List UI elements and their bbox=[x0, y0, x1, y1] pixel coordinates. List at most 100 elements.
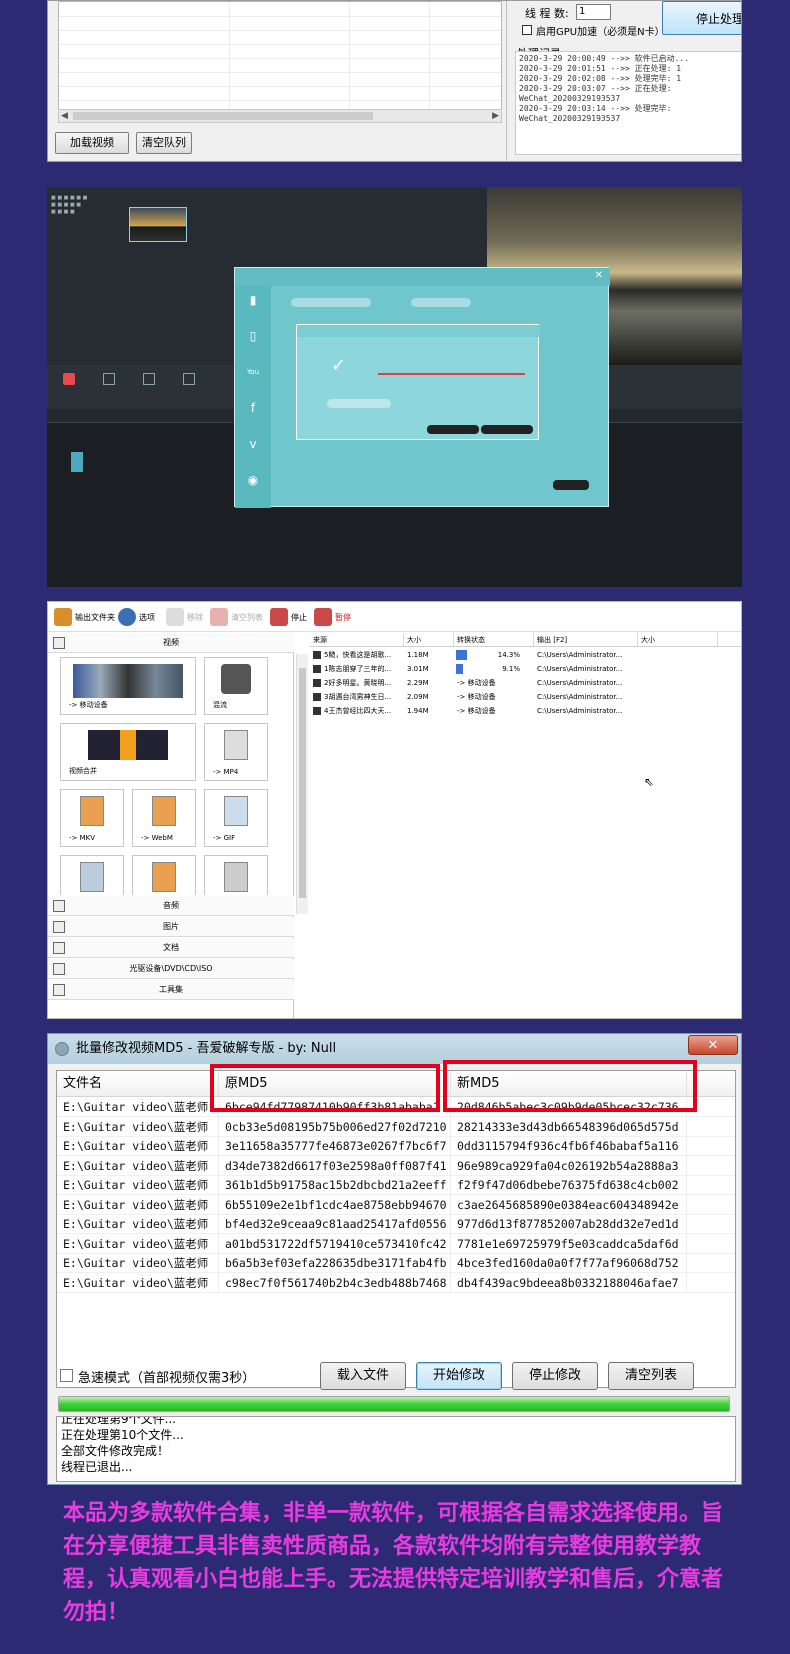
original-md5-highlight bbox=[210, 1064, 440, 1112]
stop-modify-button[interactable]: 停止修改 bbox=[512, 1362, 598, 1390]
transition-tab-icon[interactable] bbox=[183, 373, 195, 385]
md5-row[interactable]: E:\Guitar video\蓝老师 a01bd531722df5719410c… bbox=[57, 1233, 735, 1254]
close-progress-button[interactable] bbox=[481, 425, 533, 434]
tile-mkv[interactable]: -> MKV bbox=[60, 789, 124, 847]
tile-mux[interactable]: 混流 bbox=[204, 657, 268, 715]
tile-mp4[interactable]: -> MP4 bbox=[204, 723, 268, 781]
clear-list-button[interactable]: 清空列表 bbox=[210, 607, 263, 627]
tile-format-b[interactable] bbox=[132, 855, 196, 895]
load-files-button[interactable]: 载入文件 bbox=[320, 1362, 406, 1390]
folder-icon bbox=[54, 608, 72, 626]
stop-button[interactable]: 停止 bbox=[270, 607, 307, 627]
export-button[interactable] bbox=[553, 480, 589, 490]
youtube-icon[interactable]: You bbox=[245, 364, 261, 380]
column-source[interactable]: 来源 bbox=[310, 633, 404, 647]
column-filename[interactable]: 文件名 bbox=[57, 1071, 219, 1097]
md5-filename: E:\Guitar video\蓝老师 bbox=[57, 1214, 219, 1234]
category-scrollbar[interactable] bbox=[296, 654, 308, 914]
task-row[interactable]: 3胡遇台湾男神生日... 2.09M -> 移动设备 C:\Users\Adminis… bbox=[310, 690, 741, 704]
category-disc[interactable]: 光驱设备\DVD\CD\ISO bbox=[48, 959, 294, 979]
log-line: 2020-3-29 20:00:49 -->> 软件已启动... bbox=[519, 54, 690, 63]
category-video-label: 视频 bbox=[163, 638, 179, 647]
scroll-right-icon[interactable]: ▶ bbox=[492, 110, 499, 122]
column-output[interactable]: 输出 [F2] bbox=[534, 633, 638, 647]
format-selected[interactable] bbox=[291, 298, 371, 307]
md5-row[interactable]: E:\Guitar video\蓝老师 c98ec7f0f561740b2b4c3… bbox=[57, 1272, 735, 1293]
queue-horizontal-scrollbar[interactable]: ◀ ▶ bbox=[58, 109, 502, 123]
converter-toolbar: 输出文件夹 选项 移除 清空列表 停止 暂停 bbox=[48, 602, 741, 632]
column-output-size[interactable]: 大小 bbox=[638, 633, 718, 647]
media-tab-icon[interactable] bbox=[63, 373, 75, 385]
output-folder-button[interactable]: 输出文件夹 bbox=[54, 607, 115, 627]
scroll-left-icon[interactable]: ◀ bbox=[61, 110, 68, 122]
md5-log: 正在处理第9个文件... 正在处理第10个文件... 全部文件修改完成！ 线程已退出.… bbox=[56, 1416, 736, 1482]
md5-progress-bar bbox=[58, 1396, 730, 1412]
document-icon bbox=[53, 942, 65, 954]
close-window-button[interactable]: ✕ bbox=[688, 1035, 738, 1055]
task-row[interactable]: 2好多明星。黄晓明... 2.29M -> 移动设备 C:\Users\Adminis… bbox=[310, 676, 741, 690]
fast-mode-checkbox[interactable] bbox=[60, 1369, 73, 1382]
md5-row[interactable]: E:\Guitar video\蓝老师 361b1d5b91758ac15b2db… bbox=[57, 1175, 735, 1195]
md5-row[interactable]: E:\Guitar video\蓝老师 b6a5b3ef03efa228635db… bbox=[57, 1253, 735, 1273]
tile-mp4-label: -> MP4 bbox=[213, 768, 239, 776]
remove-button[interactable]: 移除 bbox=[166, 607, 203, 627]
clear-queue-button[interactable]: 清空队列 bbox=[136, 132, 192, 154]
task-row[interactable]: 5糙，快看这是胡歌... 1.18M 14.3% C:\Users\Administr… bbox=[310, 648, 741, 662]
tile-mov[interactable] bbox=[60, 855, 124, 895]
category-document[interactable]: 文档 bbox=[48, 938, 294, 958]
md5-file-grid[interactable]: 文件名 原MD5 新MD5 E:\Guitar video\蓝老师 6bce94f… bbox=[56, 1070, 736, 1388]
task-status: -> 移动设备 bbox=[457, 679, 496, 687]
md5-row[interactable]: E:\Guitar video\蓝老师 6b55109e2e1bf1cdc4ae8… bbox=[57, 1194, 735, 1215]
md5-row[interactable]: E:\Guitar video\蓝老师 d34de7382d6617f03e259… bbox=[57, 1155, 735, 1176]
audio-tab-icon[interactable] bbox=[103, 373, 115, 385]
load-video-button[interactable]: 加载视频 bbox=[55, 132, 129, 154]
phone-icon[interactable]: ▯ bbox=[245, 328, 261, 344]
category-audio[interactable]: 音频 bbox=[48, 896, 294, 916]
close-icon[interactable]: ✕ bbox=[595, 270, 603, 281]
column-size[interactable]: 大小 bbox=[404, 633, 454, 647]
file-icon[interactable]: ▮ bbox=[245, 292, 261, 308]
task-size: 1.94M bbox=[407, 707, 429, 715]
open-folder-button[interactable] bbox=[427, 425, 479, 434]
after-complete-select[interactable] bbox=[327, 399, 391, 408]
options-button[interactable]: 选项 bbox=[118, 607, 155, 627]
scroll-thumb[interactable] bbox=[73, 112, 373, 120]
tile-format-c[interactable] bbox=[204, 855, 268, 895]
tile-video-merge[interactable]: 视频合并 bbox=[60, 723, 196, 781]
task-row[interactable]: 4王杰曾经比四大天... 1.94M -> 移动设备 C:\Users\Adminis… bbox=[310, 704, 741, 718]
category-image[interactable]: 图片 bbox=[48, 917, 294, 937]
media-clip-thumbnail[interactable] bbox=[129, 207, 187, 242]
tile-mobile-device[interactable]: -> 移动设备 bbox=[60, 657, 196, 715]
category-video[interactable]: 视频 bbox=[48, 633, 294, 653]
start-modify-button[interactable]: 开始修改 bbox=[416, 1362, 502, 1390]
disc-icon[interactable]: ◉ bbox=[245, 472, 261, 488]
category-tools[interactable]: 工具集 bbox=[48, 980, 294, 1000]
gpu-accel-checkbox[interactable] bbox=[522, 25, 532, 35]
facebook-icon[interactable]: f bbox=[245, 400, 261, 416]
task-source-name: 2好多明星。黄晓明... bbox=[324, 679, 392, 687]
md5-row[interactable]: E:\Guitar video\蓝老师 3e11658a35777fe46873e… bbox=[57, 1136, 735, 1156]
clear-list-button[interactable]: 清空列表 bbox=[608, 1362, 694, 1390]
tile-webm[interactable]: -> WebM bbox=[132, 789, 196, 847]
timeline-clip[interactable] bbox=[71, 452, 83, 472]
tile-webm-label: -> WebM bbox=[141, 834, 173, 842]
tile-gif[interactable]: -> GIF bbox=[204, 789, 268, 847]
text-tab-icon[interactable] bbox=[143, 373, 155, 385]
output-name-field[interactable] bbox=[411, 298, 471, 307]
md5-new: 0dd3115794f936c4fb6f46babaf5a116 bbox=[451, 1136, 687, 1156]
category-image-label: 图片 bbox=[163, 922, 179, 931]
stop-processing-button[interactable]: 停止处理 bbox=[662, 1, 741, 35]
video-queue-grid[interactable] bbox=[58, 1, 502, 113]
task-status: 14.3% bbox=[497, 651, 520, 659]
pause-button[interactable]: 暂停 bbox=[314, 607, 351, 627]
task-source-name: 1陈志朋穿了三年的... bbox=[324, 665, 392, 673]
md5-row[interactable]: E:\Guitar video\蓝老师 bf4ed32e9ceaa9c81aad2… bbox=[57, 1214, 735, 1234]
category-scroll-thumb[interactable] bbox=[299, 668, 306, 898]
task-source-name: 4王杰曾经比四大天... bbox=[324, 707, 392, 715]
column-status[interactable]: 转换状态 bbox=[454, 633, 534, 647]
task-row[interactable]: 1陈志朋穿了三年的... 3.01M 9.1% C:\Users\Administra… bbox=[310, 662, 741, 676]
log-line: WeChat_20200329193537 bbox=[519, 94, 621, 103]
thread-count-input[interactable]: 1 bbox=[576, 4, 611, 20]
vimeo-icon[interactable]: v bbox=[245, 436, 261, 452]
md5-row[interactable]: E:\Guitar video\蓝老师 0cb33e5d08195b75b006e… bbox=[57, 1116, 735, 1137]
